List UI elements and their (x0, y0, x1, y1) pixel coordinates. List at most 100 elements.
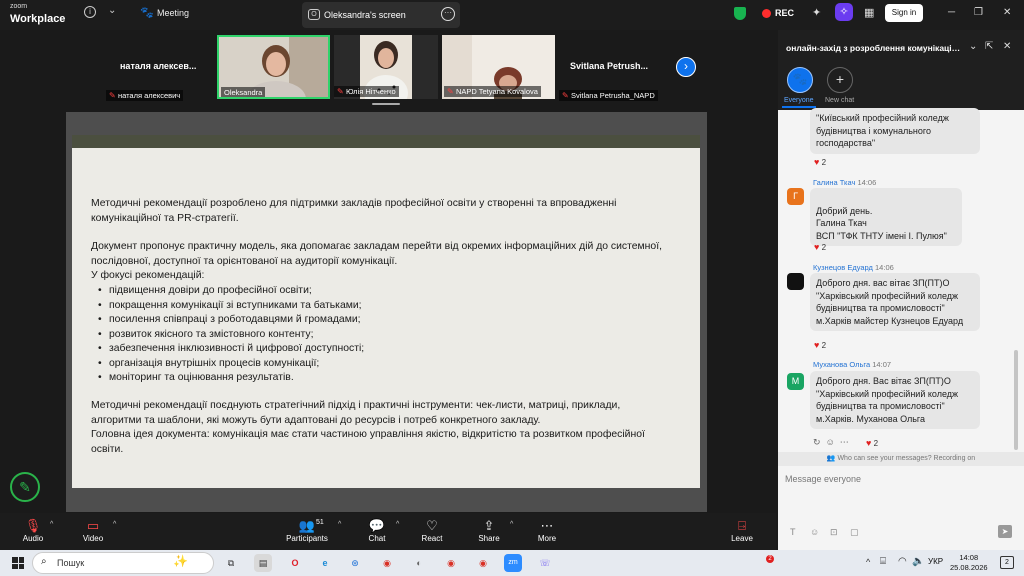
emoji-icon[interactable]: ☺ (826, 437, 835, 447)
audio-label: Audio (22, 534, 44, 543)
reaction-chip[interactable]: ♥ 2 (814, 157, 826, 167)
chat-button[interactable]: 💬 Chat (364, 517, 390, 543)
new-chat-label[interactable]: New chat (825, 97, 854, 104)
video-button[interactable]: ▭ Video (80, 517, 106, 543)
meeting-label[interactable]: Meeting (157, 8, 189, 18)
chat-message-input[interactable]: Message everyone (785, 474, 861, 484)
close-icon[interactable]: ✕ (1003, 7, 1011, 18)
audio-options-caret[interactable]: ^ (50, 521, 53, 528)
react-button[interactable]: ♡ React (418, 517, 446, 543)
participant-tile[interactable]: ✎ NAPD Tetyana Kovalova (442, 35, 555, 99)
annotate-pencil-icon[interactable]: ✎ (10, 472, 40, 502)
opera-icon[interactable]: O (286, 554, 304, 572)
clock[interactable]: 14:08 25.08.2026 (950, 553, 988, 573)
restore-icon[interactable]: ❐ (974, 7, 983, 18)
chrome-icon[interactable]: ◉ (442, 554, 460, 572)
clock-date: 25.08.2026 (950, 563, 988, 572)
participant-tile[interactable]: ✎ наталя алексевич (106, 85, 184, 103)
rec-label[interactable]: REC (775, 8, 794, 18)
ai-companion-icon[interactable]: ✧ (835, 3, 853, 21)
screen-share-tab[interactable]: O Oleksandra's screen ··· (302, 2, 460, 28)
participants-options-caret[interactable]: ^ (338, 521, 341, 528)
chat-options-caret[interactable]: ^ (396, 521, 399, 528)
info-icon[interactable]: i (84, 6, 96, 18)
chevron-down-icon[interactable]: ⌄ (969, 41, 977, 52)
slide-bullet: покращення комунікації зі вступниками та… (109, 299, 364, 314)
task-view-icon[interactable]: ⧉ (222, 554, 240, 572)
more-button[interactable]: ⋯ More (533, 517, 561, 543)
share-button[interactable]: ⇪ Share (476, 517, 502, 543)
video-options-caret[interactable]: ^ (113, 521, 116, 528)
reaction-count: 2 (873, 439, 879, 448)
tray-chevron-icon[interactable]: ^ (866, 557, 870, 567)
send-icon[interactable]: ➤ (998, 525, 1012, 538)
chat-message-bubble: Доброго дня. Вас вітає ЗП(ПТ)О "Харківсь… (810, 371, 980, 429)
popout-icon[interactable]: ⇱ (985, 41, 993, 52)
app-icon[interactable]: ◐ (410, 554, 428, 572)
emoji-icon[interactable]: ☺ (810, 527, 819, 537)
reaction-chip[interactable]: ♥ 2 (866, 438, 878, 448)
participant-big-name: наталя алексев... (120, 61, 197, 71)
strip-resize-handle[interactable] (372, 103, 400, 105)
leave-label: Leave (731, 534, 753, 543)
close-chat-icon[interactable]: ✕ (1003, 41, 1011, 52)
participant-tile-active[interactable]: Oleksandra (217, 35, 330, 99)
search-icon: ⌕ (41, 556, 47, 567)
notification-center-icon[interactable]: 2 (1000, 556, 1014, 569)
volume-icon[interactable]: 🔈 (912, 556, 924, 567)
participant-tile[interactable]: ✎ Svitlana Petrusha_NAPD (559, 85, 658, 103)
text-format-icon[interactable]: T (790, 527, 796, 537)
everyone-chat-icon[interactable]: 🐾 (787, 67, 813, 93)
avatar[interactable]: Г (787, 188, 804, 205)
chevron-down-icon[interactable]: ⌄ (108, 5, 116, 16)
avatar[interactable] (787, 273, 804, 290)
tools-icon[interactable]: ✦ (812, 6, 821, 19)
meeting-toolbar: 🎙 Audio ^ ▭ Video ^ 👥 Participants 51 ^ … (0, 513, 776, 550)
chrome-icon[interactable]: ◉ (378, 554, 396, 572)
slide-paragraph: Головна ідея документа: комунікація має … (91, 429, 645, 455)
minimize-icon[interactable]: ─ (948, 7, 955, 18)
taskbar-search[interactable]: ⌕ Пошук ✨ (32, 552, 214, 574)
more-options-icon[interactable]: ⋯ (840, 437, 849, 447)
new-chat-plus-icon[interactable]: + (827, 67, 853, 93)
windows-start-icon[interactable] (12, 557, 24, 569)
reply-icon[interactable]: ↻ (813, 437, 821, 447)
privacy-notice[interactable]: 👥 Who can see your messages? Recording o… (778, 452, 1024, 466)
zoom-icon[interactable]: zm (504, 554, 522, 572)
apps-grid-icon[interactable]: ▦ (864, 6, 874, 19)
viber-icon[interactable]: ☏ (536, 554, 554, 572)
chrome-icon[interactable]: ◉ (474, 554, 492, 572)
leave-button[interactable]: ⍈ Leave (728, 517, 756, 543)
file-explorer-icon[interactable]: ▤ (254, 554, 272, 572)
audio-button[interactable]: 🎙 Audio (20, 517, 46, 543)
avatar[interactable]: М (787, 373, 804, 390)
file-icon[interactable]: ▢ (850, 527, 859, 538)
share-options-caret[interactable]: ^ (510, 521, 513, 528)
meeting-icon[interactable]: 🐾 (140, 6, 154, 19)
participant-name: Oleksandra (221, 87, 266, 97)
more-options-icon[interactable]: ··· (441, 7, 455, 21)
message-time: 14:06 (857, 178, 877, 187)
search-highlight-icon: ✨ (173, 554, 188, 568)
slide-header-bar (72, 135, 700, 148)
app-icon[interactable]: ⊛ (346, 554, 364, 572)
search-label: Пошук (57, 558, 85, 568)
message-time: 14:07 (872, 360, 892, 369)
participant-big-name: Svitlana Petrush... (570, 61, 649, 71)
everyone-label[interactable]: Everyone (784, 97, 814, 104)
chat-scrollbar[interactable] (1014, 350, 1018, 450)
reaction-chip[interactable]: ♥ 2 (814, 340, 826, 350)
reaction-chip[interactable]: ♥ 2 (814, 242, 826, 252)
sender-name: Кузнецов Едуард (813, 263, 873, 272)
chat-title: онлайн-захід з розроблення комунікаційн.… (786, 43, 964, 53)
brand-small: zoom (10, 3, 28, 10)
wifi-icon[interactable]: ◠ (898, 556, 907, 567)
network-icon[interactable]: ⌸ (880, 556, 886, 567)
screenshot-icon[interactable]: ⊡ (830, 527, 838, 538)
next-page-button[interactable]: › (676, 57, 696, 77)
language-indicator[interactable]: УКР (928, 557, 943, 566)
participant-tile[interactable]: ✎ Юлія Нітченко (334, 35, 438, 99)
encryption-shield-icon[interactable] (734, 7, 746, 20)
edge-icon[interactable]: e (316, 554, 334, 572)
sign-in-button[interactable]: Sign in (885, 4, 923, 22)
